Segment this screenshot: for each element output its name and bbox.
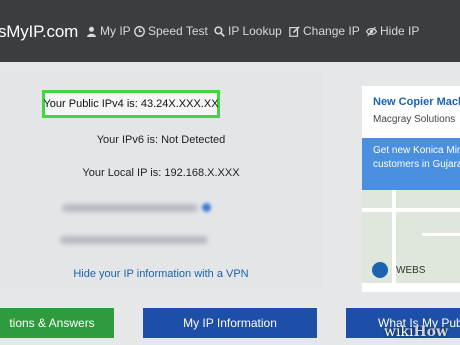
watermark-wiki: wiki bbox=[384, 324, 414, 340]
nav-change-ip[interactable]: Change IP bbox=[289, 24, 360, 38]
ad-panel[interactable]: New Copier Mach Macgray Solutions Get ne… bbox=[362, 86, 460, 292]
search-icon bbox=[214, 25, 225, 37]
globe-icon bbox=[372, 262, 388, 278]
blurred-location bbox=[62, 204, 198, 212]
ad-title[interactable]: New Copier Mach bbox=[373, 96, 460, 108]
nav-my-ip-label: My IP bbox=[100, 24, 131, 38]
top-navbar: sMyIP.com My IP Speed Test IP Lookup Cha… bbox=[0, 0, 460, 62]
site-brand[interactable]: sMyIP.com bbox=[0, 22, 78, 42]
wikihow-watermark: wikiHow bbox=[384, 324, 448, 340]
nav-my-ip[interactable]: My IP bbox=[86, 24, 131, 38]
my-ip-information-button[interactable]: My IP Information bbox=[143, 308, 317, 338]
nav-change-ip-label: Change IP bbox=[303, 24, 360, 38]
map-road bbox=[422, 233, 460, 236]
ad-website-link[interactable]: WEBS bbox=[372, 262, 425, 278]
clock-icon bbox=[134, 25, 145, 37]
map-road bbox=[362, 208, 460, 212]
ad-banner[interactable]: Get new Konica Min customers in Gujara bbox=[362, 138, 460, 190]
ipv6-text: Your IPv6 is: Not Detected bbox=[96, 134, 226, 146]
questions-answers-button[interactable]: tions & Answers bbox=[0, 308, 114, 338]
ad-banner-line-1: Get new Konica Min bbox=[373, 145, 460, 156]
nav-hide-ip-label: Hide IP bbox=[380, 24, 420, 38]
watermark-how: How bbox=[413, 324, 449, 340]
ad-company: Macgray Solutions bbox=[373, 114, 456, 125]
local-ip-text: Your Local IP is: 192.168.X.XXX bbox=[82, 167, 240, 179]
questions-answers-label: tions & Answers bbox=[9, 316, 95, 330]
user-icon bbox=[87, 26, 96, 37]
hide-ip-vpn-link[interactable]: Hide your IP information with a VPN bbox=[0, 268, 322, 280]
nav-ip-lookup-label: IP Lookup bbox=[228, 24, 282, 38]
nav-ip-lookup[interactable]: IP Lookup bbox=[214, 24, 282, 38]
public-ipv4-highlight: Your Public IPv4 is: 43.24X.XXX.XX bbox=[42, 90, 220, 118]
my-ip-information-label: My IP Information bbox=[183, 316, 277, 330]
ad-banner-line-2: customers in Gujara bbox=[373, 159, 460, 170]
eye-slash-icon bbox=[366, 26, 377, 36]
nav-hide-ip[interactable]: Hide IP bbox=[366, 24, 419, 38]
public-ipv4-text: Your Public IPv4 is: 43.24X.XXX.XX bbox=[43, 98, 219, 110]
location-flag-icon bbox=[202, 203, 211, 212]
nav-speed-test-label: Speed Test bbox=[148, 24, 208, 38]
edit-icon bbox=[289, 25, 300, 37]
nav-speed-test[interactable]: Speed Test bbox=[134, 24, 208, 38]
ad-website-label: WEBS bbox=[396, 264, 426, 276]
blurred-isp bbox=[60, 236, 208, 244]
